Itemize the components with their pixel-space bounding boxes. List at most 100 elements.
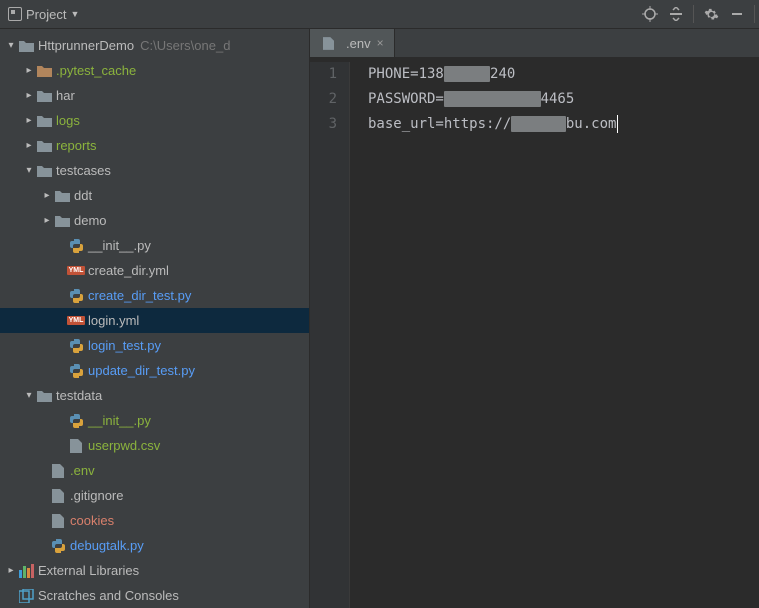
tree-row-scratches[interactable]: Scratches and Consoles [0, 583, 309, 608]
tree-row[interactable]: ▾ testcases [0, 158, 309, 183]
project-label: Project [26, 7, 66, 22]
folder-icon [18, 38, 34, 54]
tree-row[interactable]: .env [0, 458, 309, 483]
text-file-icon [50, 513, 66, 529]
label: .env [70, 463, 95, 478]
chevron-down-icon: ▼ [70, 9, 79, 19]
chevron-down-icon: ▾ [22, 390, 36, 401]
chevron-down-icon: ▾ [22, 165, 36, 176]
tree-row[interactable]: ▸ .pytest_cache [0, 58, 309, 83]
yml-file-icon: YML [68, 265, 84, 277]
editor-tab[interactable]: .env × [310, 29, 395, 57]
chevron-right-icon: ▸ [4, 565, 18, 576]
python-file-icon [68, 288, 84, 304]
label: __init__.py [88, 413, 151, 428]
chevron-down-icon: ▾ [4, 40, 18, 51]
folder-icon [54, 188, 70, 204]
label: logs [56, 113, 80, 128]
editor-content[interactable]: PHONE=138xxxxx240 PASSWORD=xxxxxxxxxxx44… [350, 62, 618, 608]
tree-row[interactable]: login_test.py [0, 333, 309, 358]
chevron-right-icon: ▸ [22, 140, 36, 151]
label: .pytest_cache [56, 63, 136, 78]
line-number: 1 [310, 62, 337, 87]
folder-icon [36, 138, 52, 154]
code-line: base_url=https://xxxxxxbu.com [368, 112, 618, 137]
tree-row[interactable]: ▸ logs [0, 108, 309, 133]
label: create_dir.yml [88, 263, 169, 278]
tree-row[interactable]: ▸ ddt [0, 183, 309, 208]
hide-icon[interactable] [724, 1, 750, 27]
folder-icon [54, 213, 70, 229]
label: External Libraries [38, 563, 139, 578]
python-file-icon [68, 238, 84, 254]
editor-gutter: 1 2 3 [310, 62, 350, 608]
tree-row-selected[interactable]: YML login.yml [0, 308, 309, 333]
gear-icon[interactable] [698, 1, 724, 27]
scratches-icon [18, 588, 34, 604]
folder-icon [36, 63, 52, 79]
tree-row-root[interactable]: ▾ HttprunnerDemo C:\Users\one_d [0, 33, 309, 58]
label: userpwd.csv [88, 438, 160, 453]
folder-icon [36, 163, 52, 179]
label: create_dir_test.py [88, 288, 191, 303]
tree-row[interactable]: debugtalk.py [0, 533, 309, 558]
editor-area: .env × 1 2 3 PHONE=138xxxxx240 PASSWORD=… [310, 29, 759, 608]
label: .gitignore [70, 488, 123, 503]
locate-icon[interactable] [637, 1, 663, 27]
label: debugtalk.py [70, 538, 144, 553]
libraries-icon [18, 563, 34, 579]
tree-row[interactable]: ▸ har [0, 83, 309, 108]
tree-row[interactable]: userpwd.csv [0, 433, 309, 458]
project-dropdown[interactable]: Project ▼ [0, 0, 87, 28]
chevron-right-icon: ▸ [40, 215, 54, 226]
label: __init__.py [88, 238, 151, 253]
tree-row[interactable]: update_dir_test.py [0, 358, 309, 383]
tree-row[interactable]: ▾ testdata [0, 383, 309, 408]
project-tree[interactable]: ▾ HttprunnerDemo C:\Users\one_d ▸ .pytes… [0, 29, 310, 608]
tree-row[interactable]: .gitignore [0, 483, 309, 508]
label: cookies [70, 513, 114, 528]
folder-icon [36, 88, 52, 104]
code-line: PASSWORD=xxxxxxxxxxx4465 [368, 87, 618, 112]
chevron-right-icon: ▸ [22, 65, 36, 76]
code-line: PHONE=138xxxxx240 [368, 62, 618, 87]
csv-file-icon [68, 438, 84, 454]
yml-file-icon: YML [68, 315, 84, 327]
project-view-icon [8, 7, 22, 21]
label: testdata [56, 388, 102, 403]
label: Scratches and Consoles [38, 588, 179, 603]
line-number: 2 [310, 87, 337, 112]
tree-row[interactable]: YML create_dir.yml [0, 258, 309, 283]
chevron-right-icon: ▸ [22, 90, 36, 101]
project-toolbar: Project ▼ [0, 0, 759, 29]
label: reports [56, 138, 96, 153]
text-file-icon [50, 488, 66, 504]
close-icon[interactable]: × [377, 36, 384, 50]
chevron-right-icon: ▸ [22, 115, 36, 126]
label: har [56, 88, 75, 103]
root-name: HttprunnerDemo [38, 38, 134, 53]
chevron-right-icon: ▸ [40, 190, 54, 201]
tree-row[interactable]: ▸ reports [0, 133, 309, 158]
label: update_dir_test.py [88, 363, 195, 378]
folder-icon [36, 388, 52, 404]
python-file-icon [68, 363, 84, 379]
tree-row[interactable]: cookies [0, 508, 309, 533]
tree-row-external[interactable]: ▸ External Libraries [0, 558, 309, 583]
tree-row[interactable]: create_dir_test.py [0, 283, 309, 308]
root-path: C:\Users\one_d [140, 38, 230, 53]
tree-row[interactable]: ▸ demo [0, 208, 309, 233]
label: login_test.py [88, 338, 161, 353]
collapse-all-icon[interactable] [663, 1, 689, 27]
separator [693, 5, 694, 23]
label: login.yml [88, 313, 139, 328]
line-number: 3 [310, 112, 337, 137]
label: demo [74, 213, 107, 228]
label: testcases [56, 163, 111, 178]
folder-icon [36, 113, 52, 129]
tree-row[interactable]: __init__.py [0, 408, 309, 433]
text-file-icon [50, 463, 66, 479]
tree-row[interactable]: __init__.py [0, 233, 309, 258]
python-file-icon [68, 413, 84, 429]
separator [754, 5, 755, 23]
